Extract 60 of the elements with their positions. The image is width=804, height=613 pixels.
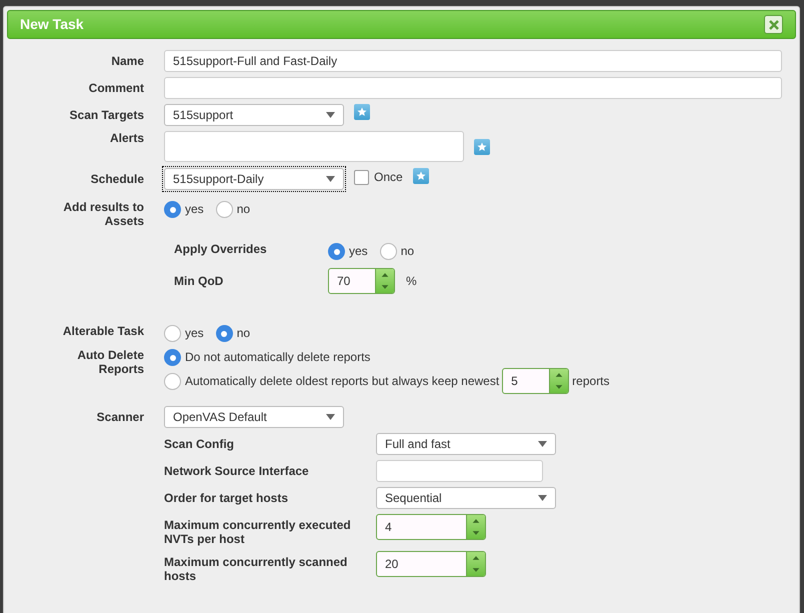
field-label: Maximum concurrently scanned hosts [164,555,348,583]
new-item-icon[interactable] [474,139,490,155]
caret-icon [326,414,335,420]
caret-icon [326,176,335,182]
field-label: Alterable Task [62,324,144,340]
close-icon [768,20,778,30]
number-spinner[interactable]: 5 [502,368,570,394]
dropdown[interactable]: OpenVAS Default [164,406,344,428]
radio-label: Automatically delete oldest reports but always keep newest [185,373,500,390]
radio-button[interactable] [164,349,181,366]
radio-button[interactable] [164,373,181,390]
field-label: Order for target hosts [164,491,290,505]
dropdown[interactable]: Full and fast [376,433,556,455]
radio-label: yes [185,325,204,342]
field-label: Comment [88,81,144,95]
radio-label: no [236,201,250,218]
field-label: Scanner [96,410,144,424]
field-label: Min QoD [174,274,224,288]
dropdown[interactable]: 515support-Daily [164,168,344,190]
field-label: Maximum concurrently executed NVTs per host [164,518,352,546]
field-label: Scan Config [164,437,236,451]
checkbox[interactable] [354,170,369,184]
text-field[interactable]: 515support-Full and Fast-Daily [164,50,782,72]
field-label: Schedule [90,172,144,186]
radio-label: yes [185,201,204,218]
field-label: Add results to Assets [62,200,144,230]
field-label: Name [111,54,144,68]
radio-button[interactable] [164,325,181,342]
new-item-icon[interactable] [412,168,429,184]
field-label: Alerts [110,131,144,145]
radio-label: no [400,243,414,260]
checkbox-label: Once [374,169,403,186]
radio-button[interactable] [380,243,397,260]
caret-icon [538,441,547,447]
field-label: Auto Delete Reports [76,348,144,378]
radio-label: yes [349,243,368,260]
radio-button[interactable] [216,325,233,342]
radio-button[interactable] [216,201,233,218]
caret-icon [326,112,335,118]
caret-icon [538,495,547,501]
field-label: Network Source Interface [164,464,310,478]
number-spinner[interactable]: 4 [376,514,486,540]
close-button[interactable] [764,15,783,34]
dropdown[interactable]: Sequential [376,487,556,509]
dialog-title: New Task [20,15,84,34]
text-field[interactable] [164,77,782,99]
radio-button[interactable] [164,201,181,218]
unit-label: reports [572,373,610,390]
radio-label: Do not automatically delete reports [185,349,370,366]
number-spinner[interactable]: 70 [328,268,395,294]
field-label: Apply Overrides [174,242,268,256]
new-item-icon[interactable] [354,104,370,120]
number-spinner[interactable]: 20 [376,551,486,577]
radio-label: no [236,325,250,342]
unit-label: % [406,273,417,290]
dropdown[interactable]: 515support [164,104,344,126]
field-label: Scan Targets [70,108,144,122]
text-field[interactable] [164,131,464,162]
text-field[interactable] [376,460,543,482]
radio-button[interactable] [328,243,345,260]
